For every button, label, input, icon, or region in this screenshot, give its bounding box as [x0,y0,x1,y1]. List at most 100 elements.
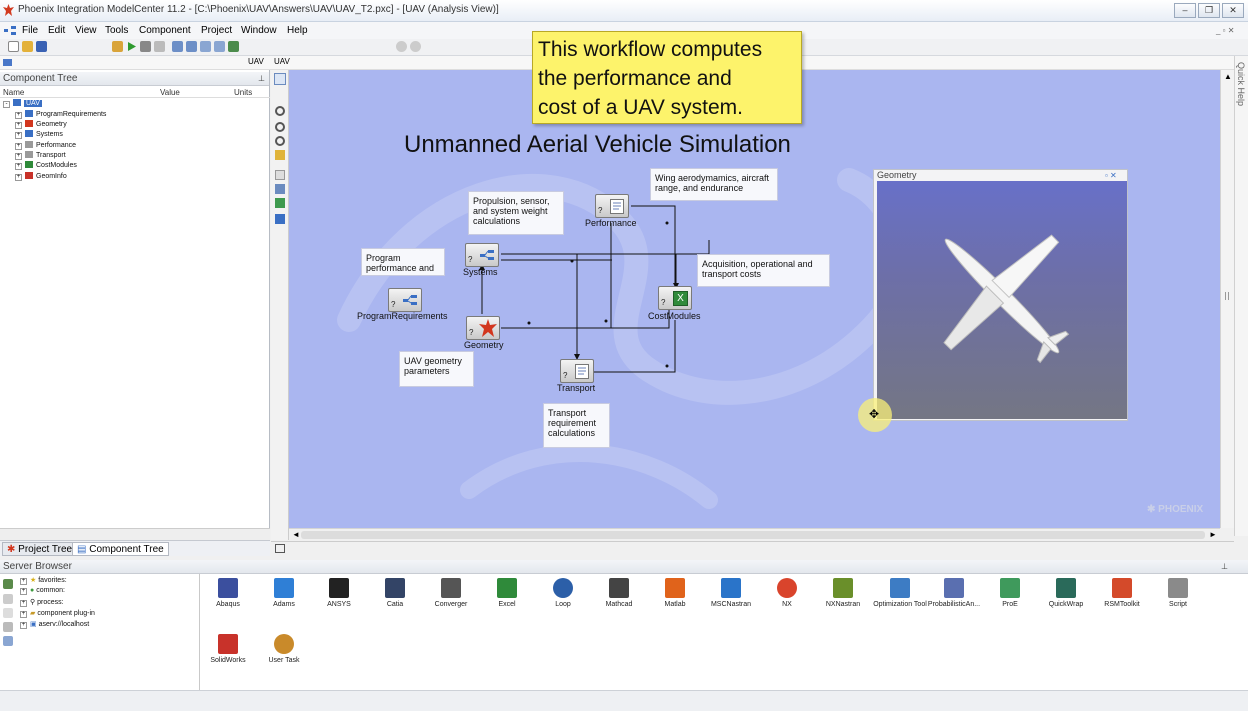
note-icon[interactable] [275,170,285,180]
tree-item-systems[interactable]: + Systems [15,130,63,139]
component-ansys[interactable]: ANSYS [311,578,367,608]
plot-icon[interactable] [186,41,197,52]
open-folder-icon[interactable] [22,41,33,52]
server-tree-favorites[interactable]: + ★ favorites: [20,576,67,585]
node-cost-modules[interactable]: ? X [658,286,692,310]
menu-window[interactable]: Window [241,25,277,36]
column-units[interactable]: Units [234,88,252,97]
component-solidworks[interactable]: SolidWorks [200,634,256,664]
data-explorer-icon[interactable] [214,41,225,52]
scroll-right-icon[interactable]: ► [1209,530,1217,539]
menu-component[interactable]: Component [139,25,191,36]
save-icon[interactable] [36,41,47,52]
tree-item-geominfo[interactable]: + GeomInfo [15,172,67,181]
column-value[interactable]: Value [160,88,180,97]
column-name[interactable]: Name [3,88,24,97]
breadcrumb-item[interactable]: UAV [274,57,290,66]
node-program-requirements[interactable]: ? [388,288,422,312]
maximize-button[interactable]: ❐ [1198,3,1220,18]
tree-item-costmodules[interactable]: + CostModules [15,161,77,170]
canvas-hscrollbar[interactable]: ◄ ► [289,528,1220,541]
info-icon[interactable] [3,608,13,618]
component-catia[interactable]: Catia [367,578,423,608]
server-tree-localhost[interactable]: + ▣ aserv://localhost [20,620,89,629]
menu-view[interactable]: View [75,25,97,36]
canvas-vscrollbar[interactable]: ▲ [1220,70,1234,528]
node-transport[interactable]: ? [560,359,594,383]
stop-icon[interactable] [140,41,151,52]
tab-project-tree[interactable]: ✱ Project Tree [2,542,78,556]
node-systems[interactable]: ? [465,243,499,267]
menu-file[interactable]: File [22,25,38,36]
note-program[interactable]: Program performance and [361,248,445,276]
component-user-task[interactable]: User Task [256,634,312,664]
components-icon[interactable] [112,41,123,52]
select-tool-icon[interactable] [274,73,286,85]
menu-edit[interactable]: Edit [48,25,65,36]
server-tree-plugin[interactable]: + ▰ component plug-in [20,609,95,618]
tree-root[interactable]: - UAV [3,99,42,108]
tool-icon[interactable] [3,594,13,604]
component-mscnastran[interactable]: MSCNastran [703,578,759,608]
chart-icon[interactable] [172,41,183,52]
table-icon[interactable] [200,41,211,52]
menu-tools[interactable]: Tools [105,25,128,36]
component-proe[interactable]: ProE [982,578,1038,608]
pin-icon[interactable]: ⊥ [258,72,265,85]
scroll-grip-icon[interactable] [1225,292,1229,300]
breadcrumb-item[interactable]: UAV [248,57,264,66]
new-file-icon[interactable] [8,41,19,52]
page-nav[interactable] [289,544,509,554]
menu-help[interactable]: Help [287,25,308,36]
component-converger[interactable]: Converger [423,578,479,608]
reset-icon[interactable] [154,41,165,52]
run-icon[interactable] [126,41,137,52]
geometry-3d-view[interactable] [877,181,1127,419]
component-adams[interactable]: Adams [256,578,312,608]
component-abaqus[interactable]: Abaqus [200,578,256,608]
server-tree-process[interactable]: + ⚲ process: [20,598,64,607]
zoom-icon[interactable] [275,106,285,116]
note-geometry-params[interactable]: UAV geometry parameters [399,351,474,387]
bar-chart-icon[interactable] [228,41,239,52]
server-tree-common[interactable]: + ● common: [20,587,65,595]
tree-item-transport[interactable]: + Transport [15,151,66,160]
mdi-controls[interactable]: _ ▫ ✕ [1216,26,1234,35]
refresh-icon[interactable] [3,579,13,589]
add-icon[interactable] [275,198,285,208]
tab-component-tree[interactable]: ▤ Component Tree [72,542,169,556]
scroll-thumb[interactable] [301,531,1205,539]
tree-item-performance[interactable]: + Performance [15,141,76,150]
forward-icon[interactable] [410,41,421,52]
component-mathcad[interactable]: Mathcad [591,578,647,608]
pin-icon[interactable]: ⊥ [1221,560,1228,573]
link-icon[interactable] [275,184,285,194]
node-performance[interactable]: ? [595,194,629,218]
server-icon[interactable] [3,636,13,646]
quick-help-panel[interactable]: Quick Help [1234,56,1248,536]
component-script[interactable]: Script [1150,578,1206,608]
node-geometry[interactable]: ? [466,316,500,340]
minimize-button[interactable]: – [1174,3,1196,18]
note-wing[interactable]: Wing aerodymamics, aircraft range, and e… [650,168,778,201]
note-acquisition[interactable]: Acquisition, operational and transport c… [697,254,830,287]
panel-window-icons[interactable]: ▫ ✕ [1105,171,1117,180]
component-probabilistic-analysis[interactable]: ProbabilisticAn... [926,578,982,608]
zoom-out-icon[interactable] [275,136,285,146]
settings-icon[interactable] [3,622,13,632]
zoom-in-icon[interactable] [275,122,285,132]
quick-help-label[interactable]: Quick Help [1236,62,1246,106]
tree-hscrollbar[interactable] [0,528,270,540]
note-propulsion[interactable]: Propulsion, sensor, and system weight ca… [468,191,564,235]
overview-icon[interactable] [275,544,285,553]
workflow-tool-icon[interactable] [275,214,285,224]
component-rsmtoolkit[interactable]: RSMToolkit [1094,578,1150,608]
note-transport-req[interactable]: Transport requirement calculations [543,403,610,448]
scroll-up-icon[interactable]: ▲ [1224,72,1232,81]
component-nx[interactable]: NX [759,578,815,608]
collapse-icon[interactable]: - [3,101,10,108]
tree-item-geometry[interactable]: + Geometry [15,120,67,129]
geometry-panel[interactable]: Geometry ▫ ✕ [873,169,1128,421]
fit-icon[interactable] [275,150,285,160]
menu-project[interactable]: Project [201,25,232,36]
